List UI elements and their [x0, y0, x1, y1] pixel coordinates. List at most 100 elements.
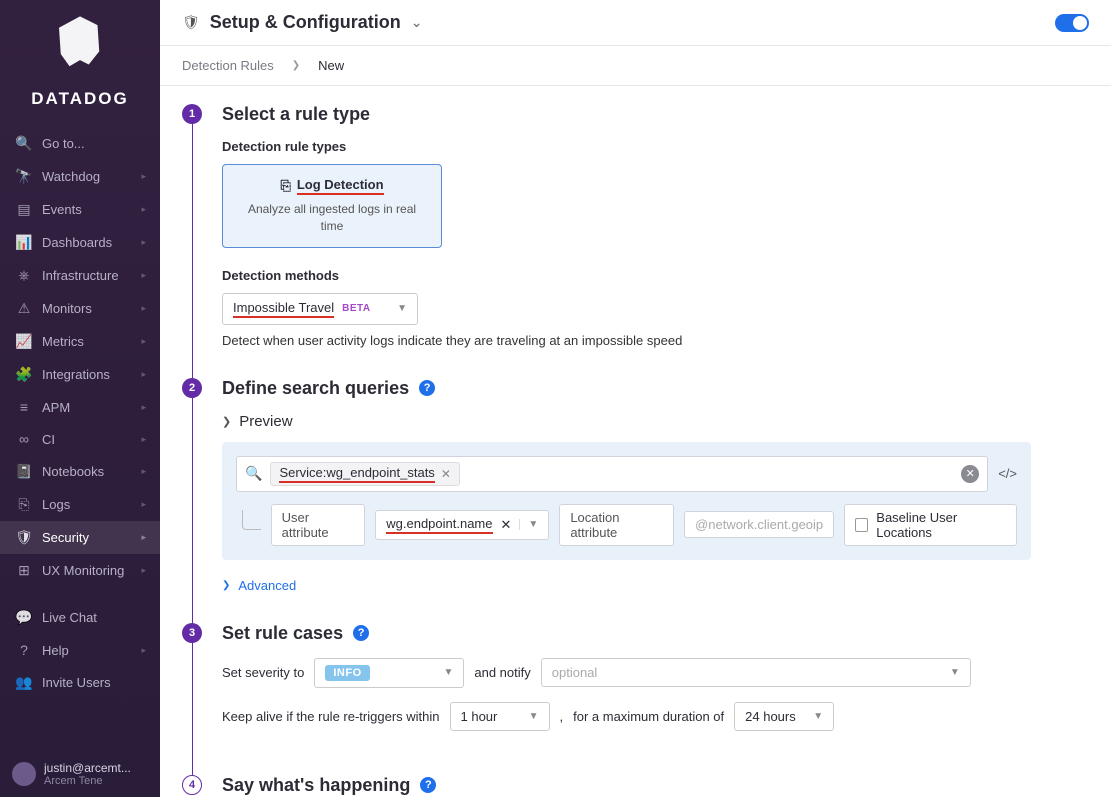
avatar — [12, 762, 36, 786]
keepalive-label: Keep alive if the rule re-triggers withi… — [222, 709, 440, 724]
search-input[interactable]: 🔍 Service:wg_endpoint_stats ✕ ✕ — [236, 456, 988, 492]
sidebar-item-live-chat[interactable]: 💬Live Chat — [0, 601, 160, 634]
integrations-icon: 🧩 — [14, 366, 34, 383]
step-title: Say what's happening — [222, 775, 410, 796]
sidebar-item-ci[interactable]: ∞CI▸ — [0, 423, 160, 455]
rule-type-log-detection[interactable]: ⎘ Log Detection Analyze all ingested log… — [222, 164, 442, 248]
location-attribute-label: Location attribute — [559, 504, 674, 546]
breadcrumb: Detection Rules ❯ New — [160, 46, 1111, 86]
logo[interactable]: DATADOG — [0, 0, 160, 117]
sidebar-item-ux-monitoring[interactable]: ⊞UX Monitoring▸ — [0, 554, 160, 587]
rule-types-label: Detection rule types — [222, 139, 1031, 154]
chevron-down-icon: ▼ — [950, 667, 960, 678]
binoculars-icon: 🔭 — [14, 168, 34, 185]
ux-icon: ⊞ — [14, 562, 34, 579]
method-description: Detect when user activity logs indicate … — [222, 333, 1031, 348]
step-1: 1 Select a rule type Detection rule type… — [182, 104, 1031, 378]
step-2: 2 Define search queries ? ❯ Preview 🔍 — [182, 378, 1031, 623]
sidebar: DATADOG 🔍 Go to... 🔭Watchdog▸ ▤Events▸ 📊… — [0, 0, 160, 797]
apm-icon: ≡ — [14, 399, 34, 415]
step-number: 2 — [182, 378, 202, 398]
security-icon: 🛡 — [14, 529, 34, 546]
ci-icon: ∞ — [14, 431, 34, 447]
topbar: 🛡 Setup & Configuration ⌄ — [160, 0, 1111, 46]
title-dropdown[interactable]: ⌄ — [411, 14, 423, 31]
page-title: Setup & Configuration — [210, 12, 401, 33]
step-number: 4 — [182, 775, 202, 795]
help-icon[interactable]: ? — [419, 380, 435, 396]
sidebar-item-apm[interactable]: ≡APM▸ — [0, 391, 160, 423]
chevron-right-icon: ❯ — [222, 415, 231, 428]
chevron-down-icon: ▼ — [529, 711, 539, 722]
help-icon: ? — [14, 642, 34, 658]
help-icon[interactable]: ? — [353, 625, 369, 641]
maxdur-label: for a maximum duration of — [573, 709, 724, 724]
step-title: Select a rule type — [222, 104, 1031, 125]
maxdur-select[interactable]: 24 hours ▼ — [734, 702, 834, 731]
advanced-toggle[interactable]: ❯ Advanced — [222, 578, 296, 593]
connector-line — [242, 510, 261, 530]
query-editor: 🔍 Service:wg_endpoint_stats ✕ ✕ </> — [222, 442, 1031, 560]
dashboard-icon: 📊 — [14, 234, 34, 251]
methods-label: Detection methods — [222, 268, 1031, 283]
user-attribute-select[interactable]: wg.endpoint.name ✕ ▼ — [375, 510, 549, 540]
help-icon[interactable]: ? — [420, 777, 436, 793]
invite-icon: 👥 — [14, 674, 34, 691]
step-title: Define search queries — [222, 378, 409, 399]
location-attribute-input[interactable]: @network.client.geoip — [684, 511, 834, 538]
sidebar-item-logs[interactable]: ⎘Logs▸ — [0, 488, 160, 521]
shield-icon: 🛡 — [182, 14, 200, 31]
sidebar-item-watchdog[interactable]: 🔭Watchdog▸ — [0, 160, 160, 193]
user-email: justin@arcemt... — [44, 761, 131, 775]
clear-search-icon[interactable]: ✕ — [961, 465, 979, 483]
sidebar-item-metrics[interactable]: 📈Metrics▸ — [0, 325, 160, 358]
chat-icon: 💬 — [14, 609, 34, 626]
metrics-icon: 📈 — [14, 333, 34, 350]
step-3: 3 Set rule cases ? Set severity to INFO … — [182, 623, 1031, 775]
checkbox-icon — [855, 518, 868, 532]
notify-label: and notify — [474, 665, 530, 680]
breadcrumb-current: New — [318, 58, 344, 73]
notify-select[interactable]: optional ▼ — [541, 658, 971, 687]
sidebar-item-integrations[interactable]: 🧩Integrations▸ — [0, 358, 160, 391]
sidebar-item-notebooks[interactable]: 📓Notebooks▸ — [0, 455, 160, 488]
clear-icon[interactable]: ✕ — [501, 517, 512, 533]
step-4: 4 Say what's happening ? — [182, 775, 1031, 797]
breadcrumb-root[interactable]: Detection Rules — [182, 58, 274, 73]
enable-toggle[interactable] — [1055, 14, 1089, 32]
sidebar-item-security[interactable]: 🛡Security▸ — [0, 521, 160, 554]
chevron-down-icon: ▼ — [813, 711, 823, 722]
search-icon: 🔍 — [245, 465, 262, 482]
remove-tag-icon[interactable]: ✕ — [441, 467, 451, 481]
severity-select[interactable]: INFO ▼ — [314, 658, 464, 688]
sidebar-item-infrastructure[interactable]: ⎈Infrastructure▸ — [0, 259, 160, 292]
chevron-down-icon: ▼ — [443, 667, 453, 678]
chevron-down-icon: ▼ — [397, 303, 407, 314]
detection-method-select[interactable]: Impossible Travel BETA ▼ — [222, 293, 418, 325]
monitors-icon: ⚠ — [14, 300, 34, 317]
notebooks-icon: 📓 — [14, 463, 34, 480]
sidebar-item-help[interactable]: ?Help▸ — [0, 634, 160, 666]
chevron-down-icon: ▼ — [519, 519, 538, 530]
user-menu[interactable]: justin@arcemt... Arcem Tene — [0, 751, 160, 797]
user-org: Arcem Tene — [44, 775, 131, 787]
preview-toggle[interactable]: ❯ Preview — [222, 413, 1031, 430]
brand-text: DATADOG — [0, 89, 160, 109]
step-number: 3 — [182, 623, 202, 643]
infrastructure-icon: ⎈ — [14, 267, 34, 284]
events-icon: ▤ — [14, 201, 34, 218]
severity-label: Set severity to — [222, 665, 304, 680]
keepalive-select[interactable]: 1 hour ▼ — [450, 702, 550, 731]
sidebar-item-invite-users[interactable]: 👥Invite Users — [0, 666, 160, 699]
chevron-right-icon: ❯ — [222, 580, 230, 591]
sidebar-item-dashboards[interactable]: 📊Dashboards▸ — [0, 226, 160, 259]
search-icon: 🔍 — [14, 135, 34, 152]
step-title: Set rule cases — [222, 623, 343, 644]
sidebar-item-goto[interactable]: 🔍 Go to... — [0, 127, 160, 160]
sidebar-item-monitors[interactable]: ⚠Monitors▸ — [0, 292, 160, 325]
sidebar-item-events[interactable]: ▤Events▸ — [0, 193, 160, 226]
baseline-checkbox[interactable]: Baseline User Locations — [844, 504, 1017, 546]
chevron-right-icon: ❯ — [292, 60, 300, 71]
code-toggle-icon[interactable]: </> — [998, 466, 1017, 481]
search-tag[interactable]: Service:wg_endpoint_stats ✕ — [270, 462, 459, 486]
